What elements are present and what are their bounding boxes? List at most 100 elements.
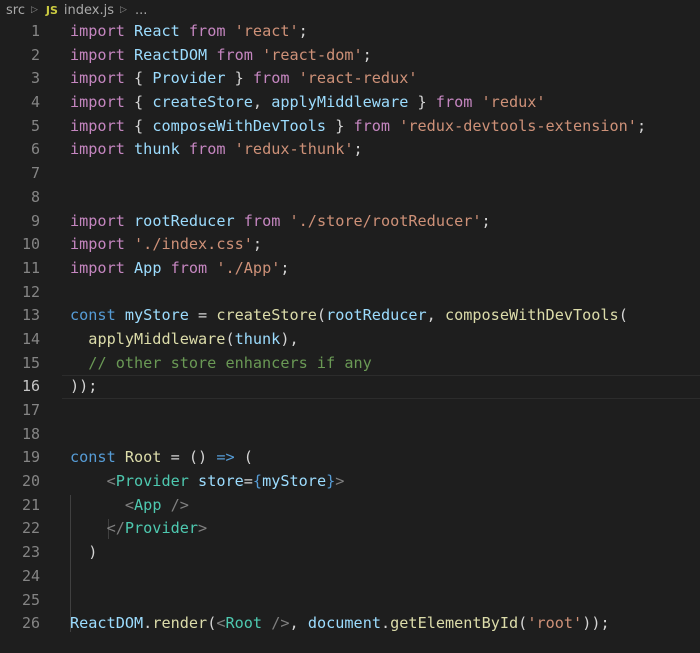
code-line[interactable]: 21 <App /> (0, 494, 700, 518)
code-token: // other store enhancers if any (88, 353, 372, 372)
code-token: from (252, 69, 290, 88)
code-token: from (170, 258, 208, 277)
line-code: const myStore = createStore(rootReducer,… (70, 304, 628, 328)
code-line[interactable]: 18 (0, 423, 700, 447)
line-number: 7 (30, 164, 40, 183)
code-token: 'react-redux' (298, 69, 418, 88)
code-token: composeWithDevTools (152, 116, 327, 135)
code-token: render (152, 614, 208, 633)
code-line[interactable]: 3 import { Provider } from 'react-redux' (0, 67, 700, 91)
line-code: <App /> (70, 494, 189, 518)
code-line[interactable]: 24 (0, 565, 700, 589)
breadcrumb: src ▷ JS index.js ▷ ... (0, 0, 700, 20)
code-line[interactable]: 22 </Provider> (0, 517, 700, 541)
code-line[interactable]: 7 (0, 162, 700, 186)
code-token: App (134, 258, 162, 277)
code-token: } (326, 472, 336, 491)
code-line[interactable]: 11 import App from './App'; (0, 257, 700, 281)
code-line[interactable]: 8 (0, 186, 700, 210)
code-line[interactable]: 14 applyMiddleware(thunk), (0, 328, 700, 352)
code-line[interactable]: 1 import React from 'react'; (0, 20, 700, 44)
line-number: 5 (30, 116, 40, 135)
code-line[interactable]: 20 <Provider store={myStore}> (0, 470, 700, 494)
breadcrumb-more[interactable]: ... (135, 3, 147, 18)
line-number: 26 (21, 614, 40, 633)
code-token: from (188, 140, 226, 159)
code-token: ( (234, 448, 253, 467)
code-token: import (70, 45, 125, 64)
code-token: import (70, 116, 125, 135)
code-token: { (124, 93, 153, 112)
code-token: Root (124, 448, 162, 467)
code-line[interactable]: 26 ReactDOM.render(<Root />, document.get… (0, 612, 700, 636)
code-line[interactable]: 16)); (0, 375, 700, 399)
line-code: <Provider store={myStore}> (70, 470, 345, 494)
code-token: = (243, 472, 253, 491)
code-token: App (134, 495, 162, 514)
code-token: Root (225, 614, 263, 633)
code-token: , (426, 306, 445, 325)
code-token: import (70, 22, 125, 40)
code-token: applyMiddleware (88, 329, 226, 348)
line-code: import { composeWithDevTools } from 'red… (70, 115, 646, 139)
breadcrumb-file[interactable]: index.js (64, 3, 114, 18)
code-editor[interactable]: 1 import React from 'react'; 2 import React… (0, 20, 700, 636)
code-token: Provider (152, 69, 226, 88)
code-line[interactable]: 6 import thunk from 'redux-thunk'; (0, 138, 700, 162)
code-token: ( (225, 329, 235, 348)
code-token: React (134, 22, 180, 40)
code-token: ; (636, 116, 647, 135)
code-token: const (70, 448, 116, 467)
code-token: const (70, 306, 116, 325)
code-token: rootReducer (134, 211, 235, 230)
line-code: </Provider> (70, 517, 208, 541)
line-number: 20 (21, 472, 40, 491)
code-token: import (70, 140, 125, 159)
code-token: './store/rootReducer' (289, 211, 482, 230)
code-line[interactable]: 17 (0, 399, 700, 423)
code-line[interactable]: 19 const Root = () => ( (0, 446, 700, 470)
code-token: ; (280, 258, 290, 277)
code-token: > (198, 519, 208, 538)
code-token: from (243, 211, 281, 230)
line-code: )); (70, 375, 97, 399)
code-line[interactable]: 9 import rootReducer from './store/rootRe… (0, 210, 700, 234)
code-token: myStore (262, 472, 327, 491)
code-token: import (70, 211, 125, 230)
code-token: from (353, 116, 391, 135)
code-token: myStore (124, 306, 189, 325)
code-token: 'redux-devtools-extension' (399, 116, 637, 135)
code-token: ), (280, 329, 299, 348)
code-token: /> (170, 495, 189, 514)
code-line[interactable]: 13 const myStore = createStore(rootReduce… (0, 304, 700, 328)
code-line[interactable]: 25 (0, 589, 700, 613)
code-line[interactable]: 12 (0, 281, 700, 305)
breadcrumb-folder[interactable]: src (6, 3, 25, 18)
code-line[interactable]: 4 import { createStore, applyMiddleware }… (0, 91, 700, 115)
code-token: store (198, 472, 244, 491)
code-token: Provider (115, 472, 189, 491)
code-line[interactable]: 15 // other store enhancers if any (0, 352, 700, 376)
code-line[interactable]: 5 import { composeWithDevTools } from 're… (0, 115, 700, 139)
code-token: thunk (134, 140, 180, 159)
chevron-right-icon: ▷ (120, 5, 127, 15)
code-token: import (70, 93, 125, 112)
code-token: 'redux-thunk' (234, 140, 354, 159)
code-token: ; (481, 211, 491, 230)
line-number: 15 (21, 353, 40, 372)
code-line[interactable]: 2 import ReactDOM from 'react-dom'; (0, 44, 700, 68)
code-token: 'react' (234, 22, 299, 40)
line-number: 3 (30, 69, 40, 88)
line-number: 1 (30, 22, 40, 40)
code-token: createStore (152, 93, 253, 112)
code-line[interactable]: 10 import './index.css'; (0, 233, 700, 257)
code-line[interactable]: 23 ) (0, 541, 700, 565)
code-token: ( (518, 614, 528, 633)
